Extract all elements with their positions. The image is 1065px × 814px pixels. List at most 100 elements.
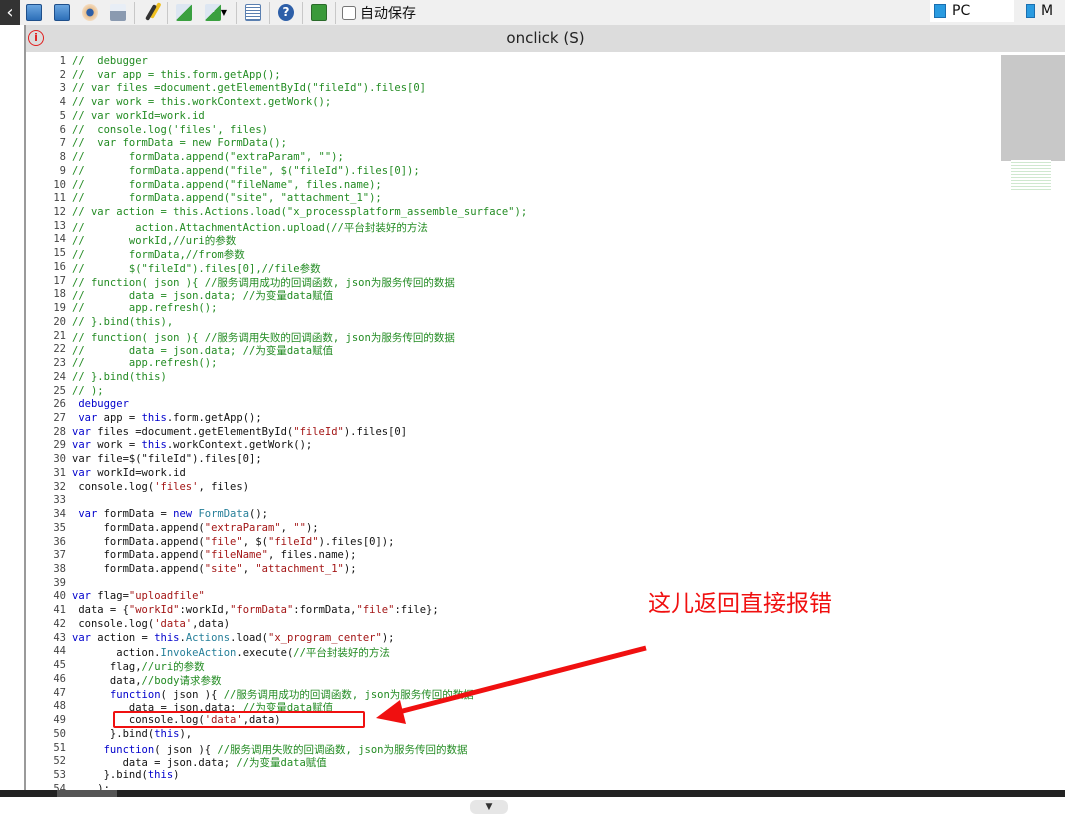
line-number: 51 — [53, 741, 66, 754]
line-number: 14 — [53, 233, 66, 246]
list-icon — [245, 4, 261, 21]
code-line: // }.bind(this) — [72, 370, 167, 383]
line-number: 54 — [53, 782, 66, 790]
line-number: 21 — [53, 329, 66, 342]
line-number: 44 — [53, 645, 66, 658]
code-line: // debugger — [72, 55, 148, 67]
list-button[interactable] — [241, 2, 265, 24]
line-number: 1 — [59, 55, 66, 67]
wand-button[interactable] — [139, 2, 163, 24]
dropdown-arrow-icon: ▼ — [220, 8, 228, 17]
divider — [335, 1, 336, 24]
code-line: formData.append("extraParam", ""); — [72, 521, 319, 534]
code-line: // var files =document.getElementById("f… — [72, 82, 427, 95]
code-line: // var app = this.form.getApp(); — [72, 68, 281, 81]
help-button[interactable]: ? — [274, 2, 298, 24]
collapse-panel-button[interactable]: ‹ — [0, 0, 20, 25]
code-line: var app = this.form.getApp(); — [78, 411, 262, 424]
line-number: 15 — [53, 247, 66, 260]
code-line: // formData.append("site", "attachment_1… — [72, 192, 382, 205]
print-icon — [110, 4, 126, 21]
print-button[interactable] — [106, 2, 130, 24]
save-as-button[interactable] — [50, 2, 74, 24]
import-icon — [176, 4, 192, 21]
line-number: 12 — [53, 206, 66, 219]
code-line: }.bind(this) — [72, 768, 180, 781]
mobile-icon — [1026, 4, 1035, 18]
scrollbar-thumb[interactable] — [57, 790, 117, 797]
divider — [236, 1, 237, 24]
line-number: 31 — [53, 466, 66, 479]
toolbar: ▼ ? 自动保存 — [20, 0, 1065, 25]
line-number: 11 — [53, 192, 66, 205]
line-number: 7 — [59, 137, 66, 150]
line-number: 23 — [53, 357, 66, 370]
line-number: 24 — [53, 370, 66, 383]
code-line: // var formData = new FormData(); — [72, 137, 287, 150]
export-button[interactable]: ▼ — [200, 2, 232, 24]
line-number: 33 — [53, 494, 66, 507]
code-line: // var workId=work.id — [72, 109, 205, 122]
line-number: 43 — [53, 631, 66, 644]
line-number: 28 — [53, 425, 66, 438]
autosave-checkbox[interactable]: 自动保存 — [342, 3, 416, 23]
layer-icon — [311, 4, 327, 21]
autosave-label: 自动保存 — [360, 5, 416, 22]
line-number: 32 — [53, 480, 66, 493]
monitor-icon — [934, 4, 946, 18]
preview-icon — [82, 4, 98, 21]
line-number: 30 — [53, 453, 66, 466]
info-icon[interactable]: i — [28, 30, 44, 46]
script-title: onclick (S) — [506, 29, 585, 47]
code-line: var workId=work.id — [72, 466, 186, 479]
device-mobile-button[interactable]: M — [1022, 0, 1065, 22]
line-number: 20 — [53, 315, 66, 328]
line-number: 5 — [59, 109, 66, 122]
line-number: 29 — [53, 439, 66, 452]
preview-button[interactable] — [78, 2, 102, 24]
code-line: // }.bind(this), — [72, 315, 174, 328]
device-pc-button[interactable]: PC — [930, 0, 1014, 22]
line-number: 17 — [53, 274, 66, 287]
code-editor[interactable]: 1 // debugger 2 // var app = this.form.getA… — [26, 52, 1065, 790]
line-number: 3 — [59, 82, 66, 95]
save-button[interactable] — [22, 2, 46, 24]
minimap-content — [1011, 160, 1051, 190]
save-as-icon — [54, 4, 70, 21]
line-number: 25 — [53, 384, 66, 397]
divider — [302, 1, 303, 24]
line-number: 34 — [53, 508, 66, 521]
line-number: 19 — [53, 302, 66, 315]
layer-button[interactable] — [307, 2, 331, 24]
divider — [167, 1, 168, 24]
autosave-check[interactable] — [342, 5, 356, 20]
code-line: var work = this.workContext.getWork(); — [72, 439, 313, 452]
highlight-box — [113, 711, 365, 728]
line-number: 40 — [53, 590, 66, 603]
minimap[interactable] — [1001, 55, 1065, 161]
code-line: var file=$("fileId").files[0]; — [72, 453, 262, 466]
line-number: 16 — [53, 260, 66, 273]
code-line: // var work = this.workContext.getWork()… — [72, 96, 332, 109]
line-number: 22 — [53, 343, 66, 356]
code-line: formData.append("site", "attachment_1"); — [72, 563, 357, 575]
code-line: var flag="uploadfile" — [72, 590, 205, 603]
line-number: 27 — [53, 411, 66, 424]
line-number: 37 — [53, 549, 66, 562]
horizontal-scrollbar[interactable] — [0, 790, 1065, 797]
line-number: 41 — [53, 604, 66, 617]
code-line: formData.append("fileName", files.name); — [72, 549, 357, 562]
line-number: 9 — [59, 164, 66, 177]
save-icon — [26, 4, 42, 21]
export-icon — [204, 4, 221, 21]
code-line: console.log('files', files) — [72, 480, 250, 493]
help-icon: ? — [278, 4, 294, 21]
line-number: 52 — [53, 755, 66, 768]
code-line: }.bind(this), — [72, 727, 193, 740]
line-number: 38 — [53, 563, 66, 575]
line-number: 2 — [59, 68, 66, 81]
line-number: 13 — [53, 219, 66, 232]
divider — [269, 1, 270, 24]
import-button[interactable] — [172, 2, 196, 24]
line-number: 26 — [53, 398, 66, 411]
